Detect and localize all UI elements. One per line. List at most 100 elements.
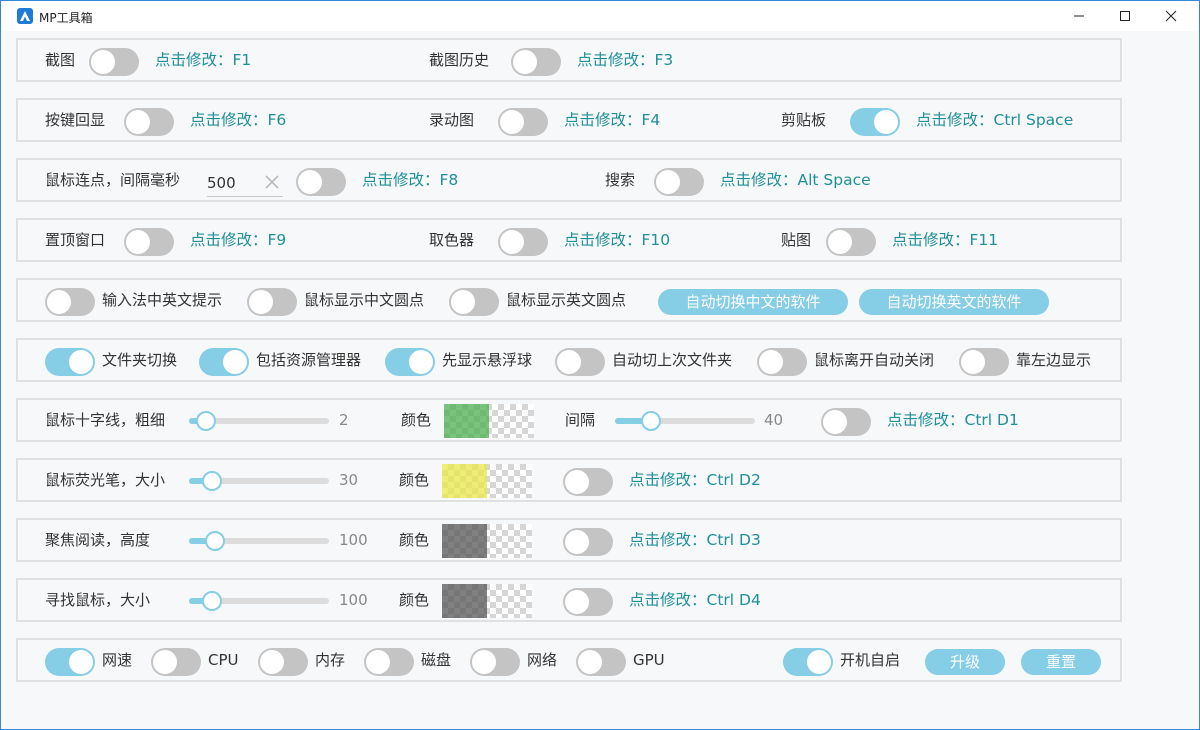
float-ball-toggle[interactable] <box>385 348 435 376</box>
float-ball-label: 先显示悬浮球 <box>442 351 533 369</box>
key-echo-hotkey-hint[interactable]: 点击修改：F6 <box>190 100 286 140</box>
screenshot-toggle[interactable] <box>89 48 139 76</box>
pin-window-label: 置顶窗口 <box>45 231 106 249</box>
row-ime: 输入法中英文提示 鼠标显示中文圆点 鼠标显示英文圆点 自动切换中文的软件 自动切… <box>16 278 1122 322</box>
row-folder: 文件夹切换 包括资源管理器 先显示悬浮球 自动切上次文件夹 鼠标离开自动关闭 靠… <box>16 338 1122 382</box>
disk-toggle[interactable] <box>364 648 414 676</box>
crosshair-hotkey-hint[interactable]: 点击修改：Ctrl D1 <box>887 400 1019 440</box>
memory-toggle[interactable] <box>258 648 308 676</box>
auto-click-toggle[interactable] <box>296 168 346 196</box>
record-gif-label: 录动图 <box>429 111 475 129</box>
find-mouse-size-value: 100 <box>339 591 368 609</box>
search-label: 搜索 <box>605 171 636 189</box>
cn-dot-toggle[interactable] <box>247 288 297 316</box>
row-keyecho: 按键回显 点击修改：F6 录动图 点击修改：F4 剪贴板 点击修改：Ctrl S… <box>16 98 1122 142</box>
focus-reading-toggle[interactable] <box>563 528 613 556</box>
network-toggle[interactable] <box>470 648 520 676</box>
folder-switch-toggle[interactable] <box>45 348 95 376</box>
key-echo-toggle[interactable] <box>124 108 174 136</box>
leave-close-label: 鼠标离开自动关闭 <box>814 351 935 369</box>
gpu-toggle[interactable] <box>576 648 626 676</box>
maximize-button[interactable] <box>1102 1 1148 31</box>
close-button[interactable] <box>1148 1 1194 31</box>
row-screenshot: 截图 点击修改：F1 截图历史 点击修改：F3 <box>16 38 1122 82</box>
memory-label: 内存 <box>315 651 346 669</box>
row-autoclick: 鼠标连点，间隔毫秒 点击修改：F8 搜索 点击修改：Alt Space <box>16 158 1122 202</box>
record-gif-hotkey-hint[interactable]: 点击修改：F4 <box>564 100 660 140</box>
auto-chinese-apps-button[interactable]: 自动切换中文的软件 <box>658 289 848 315</box>
screenshot-hotkey-hint[interactable]: 点击修改：F1 <box>155 40 251 80</box>
find-mouse-size-slider[interactable] <box>189 591 329 611</box>
pin-window-hotkey-hint[interactable]: 点击修改：F9 <box>190 220 286 260</box>
highlighter-toggle[interactable] <box>563 468 613 496</box>
search-toggle[interactable] <box>654 168 704 196</box>
cpu-toggle[interactable] <box>151 648 201 676</box>
sticker-label: 贴图 <box>781 231 812 249</box>
reset-button[interactable]: 重置 <box>1021 649 1101 675</box>
crosshair-gap-slider[interactable] <box>615 411 755 431</box>
color-picker-hotkey-hint[interactable]: 点击修改：F10 <box>564 220 670 260</box>
record-gif-toggle[interactable] <box>498 108 548 136</box>
window-title: MP工具箱 <box>39 11 93 25</box>
pin-window-toggle[interactable] <box>124 228 174 256</box>
minimize-icon <box>1074 15 1084 17</box>
left-side-toggle[interactable] <box>959 348 1009 376</box>
row-crosshair: 鼠标十字线，粗细 2 颜色 间隔 40 点击修改：Ctrl D1 <box>16 398 1122 442</box>
focus-color-swatch[interactable] <box>442 524 532 558</box>
focus-reading-label: 聚焦阅读，高度 <box>45 531 151 549</box>
highlighter-color-swatch[interactable] <box>442 464 532 498</box>
highlighter-size-value: 30 <box>339 471 359 489</box>
autostart-label: 开机自启 <box>840 651 901 669</box>
search-hotkey-hint[interactable]: 点击修改：Alt Space <box>720 160 871 200</box>
upgrade-button[interactable]: 升级 <box>925 649 1005 675</box>
last-folder-toggle[interactable] <box>555 348 605 376</box>
sticker-toggle[interactable] <box>826 228 876 256</box>
autostart-toggle[interactable] <box>783 648 833 676</box>
crosshair-color-swatch[interactable] <box>444 404 534 438</box>
netspeed-toggle[interactable] <box>45 648 95 676</box>
last-folder-label: 自动切上次文件夹 <box>612 351 733 369</box>
ime-hint-label: 输入法中英文提示 <box>102 291 223 309</box>
maximize-icon <box>1120 11 1130 21</box>
ime-hint-toggle[interactable] <box>45 288 95 316</box>
focus-color-label: 颜色 <box>399 531 430 549</box>
focus-reading-hotkey-hint[interactable]: 点击修改：Ctrl D3 <box>629 520 761 560</box>
auto-click-hotkey-hint[interactable]: 点击修改：F8 <box>362 160 458 200</box>
auto-english-apps-button[interactable]: 自动切换英文的软件 <box>859 289 1049 315</box>
find-mouse-label: 寻找鼠标，大小 <box>45 591 151 609</box>
gpu-label: GPU <box>633 651 665 669</box>
sticker-hotkey-hint[interactable]: 点击修改：F11 <box>892 220 998 260</box>
clipboard-label: 剪贴板 <box>781 111 827 129</box>
folder-switch-label: 文件夹切换 <box>102 351 178 369</box>
app-window: MP工具箱 截图 点击修改：F1 截图历史 点击修改：F3 按键回显 点击修改：… <box>0 0 1200 730</box>
find-mouse-hotkey-hint[interactable]: 点击修改：Ctrl D4 <box>629 580 761 620</box>
clipboard-toggle[interactable] <box>850 108 900 136</box>
find-mouse-color-label: 颜色 <box>399 591 430 609</box>
include-explorer-toggle[interactable] <box>199 348 249 376</box>
leave-close-toggle[interactable] <box>757 348 807 376</box>
screenshot-history-toggle[interactable] <box>511 48 561 76</box>
color-picker-toggle[interactable] <box>498 228 548 256</box>
color-picker-label: 取色器 <box>429 231 475 249</box>
screenshot-history-hotkey-hint[interactable]: 点击修改：F3 <box>577 40 673 80</box>
minimize-button[interactable] <box>1056 1 1102 31</box>
cn-dot-label: 鼠标显示中文圆点 <box>304 291 425 309</box>
disk-label: 磁盘 <box>421 651 452 669</box>
clear-input-icon[interactable] <box>264 174 280 190</box>
en-dot-toggle[interactable] <box>449 288 499 316</box>
title-bar[interactable]: MP工具箱 <box>1 1 1199 31</box>
auto-click-label: 鼠标连点，间隔毫秒 <box>45 171 181 189</box>
focus-height-slider[interactable] <box>189 531 329 551</box>
crosshair-toggle[interactable] <box>821 408 871 436</box>
highlighter-hotkey-hint[interactable]: 点击修改：Ctrl D2 <box>629 460 761 500</box>
crosshair-thickness-slider[interactable] <box>189 411 329 431</box>
clipboard-hotkey-hint[interactable]: 点击修改：Ctrl Space <box>916 100 1073 140</box>
row-monitor: 网速 CPU 内存 磁盘 网络 GPU 开机自启 升级 重置 <box>16 638 1122 682</box>
close-icon <box>1165 10 1177 22</box>
highlighter-size-slider[interactable] <box>189 471 329 491</box>
find-mouse-color-swatch[interactable] <box>442 584 532 618</box>
netspeed-label: 网速 <box>102 651 133 669</box>
row-pin: 置顶窗口 点击修改：F9 取色器 点击修改：F10 贴图 点击修改：F11 <box>16 218 1122 262</box>
find-mouse-toggle[interactable] <box>563 588 613 616</box>
crosshair-label: 鼠标十字线，粗细 <box>45 411 166 429</box>
